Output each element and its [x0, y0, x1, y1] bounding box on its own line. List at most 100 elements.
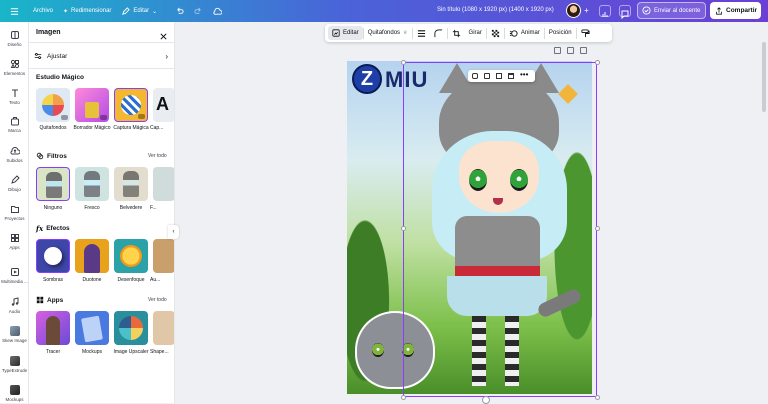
- close-icon: [160, 33, 167, 40]
- app-image-upscaler[interactable]: [114, 311, 148, 345]
- rail-item-type-extrude[interactable]: TypeExtrude: [0, 356, 29, 373]
- elements-icon: [10, 59, 20, 69]
- trash-icon[interactable]: [508, 73, 514, 79]
- rail-item-apps[interactable]: Apps: [0, 233, 29, 250]
- collapse-panel-button[interactable]: ‹: [168, 225, 179, 239]
- tool-label: Borrador Mágico: [73, 125, 111, 131]
- edit-image-icon: [332, 29, 340, 37]
- resize-handle-tl[interactable]: [401, 60, 406, 65]
- skew-icon: [9, 326, 20, 336]
- divider: [29, 42, 174, 43]
- rail-item-mockups[interactable]: Mockups: [0, 385, 29, 402]
- tool-label: Cap...: [150, 125, 164, 131]
- fries-image: [85, 102, 99, 118]
- edit-image-button[interactable]: Editar: [328, 26, 363, 40]
- resize-button[interactable]: ✦ Redimensionar: [58, 0, 116, 22]
- app-tracer[interactable]: [36, 311, 70, 345]
- add-page-icon[interactable]: [580, 47, 587, 54]
- selection-frame[interactable]: [403, 62, 597, 397]
- portrait-silhouette: [84, 244, 100, 273]
- chevron-down-icon: ⌄: [152, 8, 158, 15]
- stats-button[interactable]: [599, 5, 611, 17]
- effect-auto[interactable]: [153, 239, 174, 273]
- rail-item-brand[interactable]: Marca: [0, 116, 29, 133]
- document-title[interactable]: Sin título (1080 x 1920 px) (1400 x 1920…: [437, 7, 554, 13]
- resize-handle-tr[interactable]: [595, 60, 600, 65]
- app-shape[interactable]: [153, 311, 174, 345]
- flip-button[interactable]: Girar: [465, 24, 486, 42]
- corner-rounding-button[interactable]: [430, 24, 447, 42]
- crown-icon: ♕: [403, 30, 408, 36]
- edit-menu[interactable]: Editar ⌄: [116, 0, 162, 22]
- file-menu[interactable]: Archivo: [28, 0, 58, 22]
- resize-handle-left[interactable]: [401, 226, 406, 231]
- effect-label: Duotone: [82, 277, 102, 283]
- filter-label: Fresco: [84, 205, 100, 211]
- rail-item-text[interactable]: Texto: [0, 88, 29, 105]
- filter-fresco[interactable]: [75, 167, 109, 201]
- lock-icon[interactable]: [554, 47, 561, 54]
- copy-style-button[interactable]: [577, 24, 594, 42]
- duplicate-icon[interactable]: [567, 47, 574, 54]
- effect-duotone[interactable]: [75, 239, 109, 273]
- rail-item-audio[interactable]: Audio: [0, 297, 29, 314]
- rail-item-media[interactable]: Multimedia ...: [0, 267, 29, 284]
- effect-shadows[interactable]: [36, 239, 70, 273]
- resize-handle-right[interactable]: [595, 226, 600, 231]
- rail-item-design[interactable]: Diseño: [0, 30, 29, 47]
- letter-a-glyph: A: [156, 94, 169, 114]
- ball-image: [42, 94, 64, 116]
- transparency-button[interactable]: [487, 24, 504, 42]
- close-panel-button[interactable]: [159, 28, 168, 40]
- context-toolbar: Editar Quitafondos ♕ Girar Animar Posici…: [325, 24, 612, 42]
- animate-button[interactable]: Animar: [505, 24, 544, 42]
- send-to-teacher-button[interactable]: Enviar al docente: [637, 2, 706, 19]
- app-mockups[interactable]: [75, 311, 109, 345]
- vertical-scrollbar[interactable]: [762, 42, 766, 112]
- resize-handle-bl[interactable]: [401, 395, 406, 400]
- rail-item-skew-image[interactable]: Skew Image: [0, 326, 29, 343]
- tool-bg-remover[interactable]: [36, 88, 70, 122]
- undo-button[interactable]: [170, 0, 189, 22]
- filter-partial[interactable]: [153, 167, 174, 201]
- rail-item-uploads[interactable]: Subidos: [0, 146, 29, 163]
- filter-label: Ninguno: [43, 205, 63, 211]
- filters-see-all-link[interactable]: Ver todo: [148, 153, 167, 159]
- tool-magic-capture-text[interactable]: A: [153, 88, 174, 122]
- comment-button[interactable]: [619, 5, 631, 20]
- cloud-save-button[interactable]: [208, 0, 227, 22]
- border-style-button[interactable]: [413, 24, 430, 42]
- rail-item-draw[interactable]: Dibujo: [0, 175, 29, 192]
- more-icon[interactable]: •••: [520, 70, 528, 80]
- panel-title: Imagen: [36, 29, 61, 36]
- share-button[interactable]: Compartir: [710, 2, 761, 19]
- redo-button[interactable]: [189, 0, 208, 22]
- resize-handle-br[interactable]: [595, 395, 600, 400]
- rail-item-elements[interactable]: Elementos: [0, 59, 29, 76]
- element-floating-toolbar: •••: [468, 70, 535, 82]
- undo-icon: [177, 7, 184, 14]
- duplicate-icon[interactable]: [496, 73, 502, 79]
- lock-icon[interactable]: [484, 73, 490, 79]
- crop-button[interactable]: [448, 24, 465, 42]
- rail-item-projects[interactable]: Proyectos: [0, 204, 29, 221]
- adjust-row[interactable]: Ajustar ›: [34, 49, 168, 63]
- position-button[interactable]: Posición: [545, 24, 576, 42]
- comment-icon[interactable]: [472, 73, 478, 79]
- animate-icon: [509, 29, 518, 37]
- design-icon: [10, 30, 20, 40]
- small-cat-eye-left: [372, 343, 384, 357]
- paint-roller-icon: [581, 28, 590, 37]
- filter-belvedere[interactable]: [114, 167, 148, 201]
- effect-blur[interactable]: [114, 239, 148, 273]
- app-label: Mockups: [81, 349, 102, 355]
- add-collaborator-button[interactable]: +: [582, 6, 591, 15]
- tool-magic-grab[interactable]: [114, 88, 148, 122]
- tool-magic-eraser[interactable]: [75, 88, 109, 122]
- logo-badge: Z: [352, 64, 382, 94]
- menu-button[interactable]: [0, 0, 28, 22]
- apps-see-all-link[interactable]: Ver todo: [148, 297, 167, 303]
- bg-remover-button[interactable]: Quitafondos ♕: [364, 24, 412, 42]
- avatar[interactable]: [566, 3, 581, 18]
- filter-none[interactable]: [36, 167, 70, 201]
